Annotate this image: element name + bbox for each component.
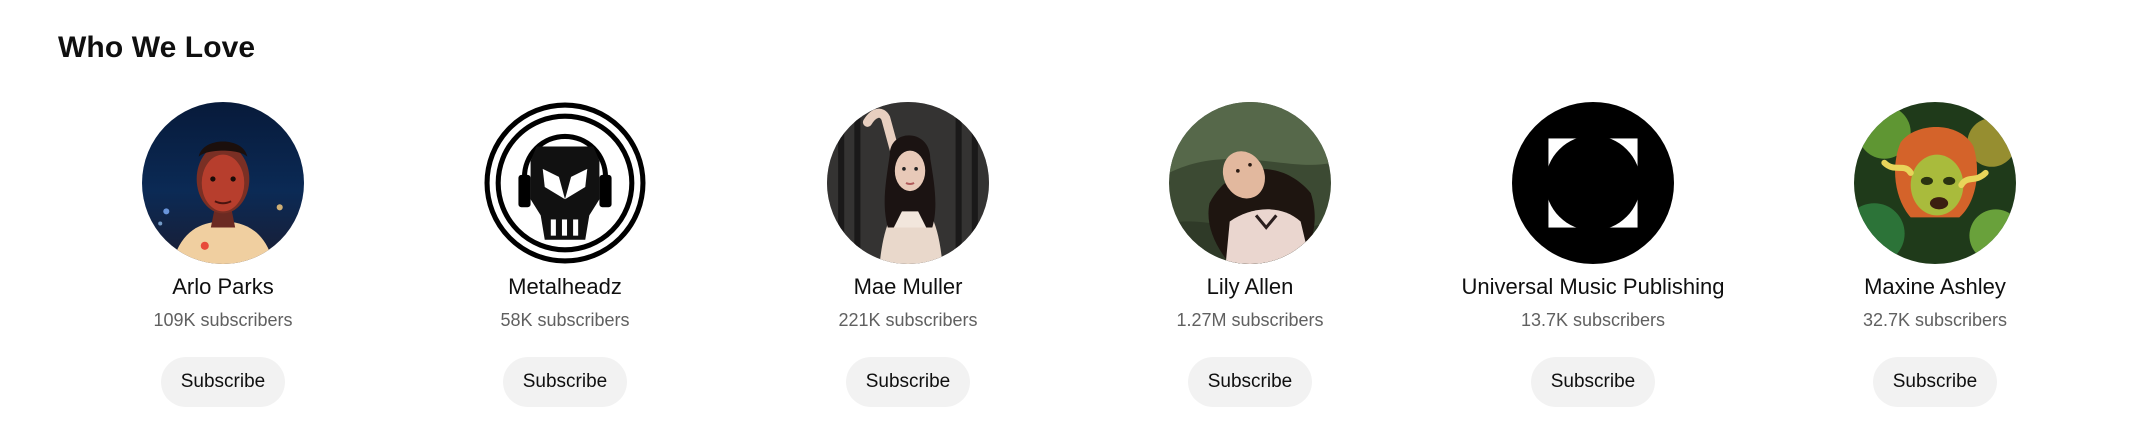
channel-name[interactable]: Maxine Ashley: [1864, 272, 2006, 302]
channel-name[interactable]: Universal Music Publishing: [1462, 272, 1725, 302]
avatar-image: [827, 102, 989, 264]
subscribe-button[interactable]: Subscribe: [845, 357, 971, 407]
subscriber-count: 58K subscribers: [500, 310, 630, 330]
channel-name[interactable]: Lily Allen: [1207, 272, 1294, 302]
subscriber-count: 221K subscribers: [838, 310, 978, 330]
subscribe-button[interactable]: Subscribe: [1530, 357, 1656, 407]
channel-card-arlo-parks: Arlo Parks 109K subscribers Subscribe: [53, 102, 393, 422]
bracket-circle-logo-icon: [1512, 102, 1674, 264]
subscriber-count: 1.27M subscribers: [1176, 310, 1324, 330]
channel-row: Arlo Parks 109K subscribers Subscribe Me…: [0, 0, 2130, 446]
subscriber-count: 13.7K subscribers: [1520, 310, 1666, 330]
subscribe-button[interactable]: Subscribe: [502, 357, 628, 407]
subscribe-button[interactable]: Subscribe: [160, 357, 286, 407]
channel-name[interactable]: Arlo Parks: [172, 272, 273, 302]
avatar-image: [1169, 102, 1331, 264]
subscribe-button[interactable]: Subscribe: [1872, 357, 1998, 407]
avatar-image: [1854, 102, 2016, 264]
channel-name[interactable]: Metalheadz: [508, 272, 622, 302]
channel-avatar-lily-allen[interactable]: [1169, 102, 1331, 264]
channel-avatar-mae-muller[interactable]: [827, 102, 989, 264]
channel-card-maxine-ashley: Maxine Ashley 32.7K subscribers Subscrib…: [1765, 102, 2105, 422]
channel-card-universal-music-publishing: Universal Music Publishing 13.7K subscri…: [1423, 102, 1763, 422]
subscriber-count: 109K subscribers: [153, 310, 293, 330]
avatar-image: [142, 102, 304, 264]
channel-avatar-arlo-parks[interactable]: [142, 102, 304, 264]
channel-card-mae-muller: Mae Muller 221K subscribers Subscribe: [738, 102, 1078, 422]
channel-name[interactable]: Mae Muller: [854, 272, 963, 302]
channel-avatar-maxine-ashley[interactable]: [1854, 102, 2016, 264]
channel-avatar-universal-music-publishing[interactable]: [1512, 102, 1674, 264]
channel-card-lily-allen: Lily Allen 1.27M subscribers Subscribe: [1080, 102, 1420, 422]
subscriber-count: 32.7K subscribers: [1862, 310, 2008, 330]
channel-avatar-metalheadz[interactable]: [484, 102, 646, 264]
subscribe-button[interactable]: Subscribe: [1187, 357, 1313, 407]
skull-logo-icon: [484, 102, 646, 264]
channel-card-metalheadz: Metalheadz 58K subscribers Subscribe: [395, 102, 735, 422]
